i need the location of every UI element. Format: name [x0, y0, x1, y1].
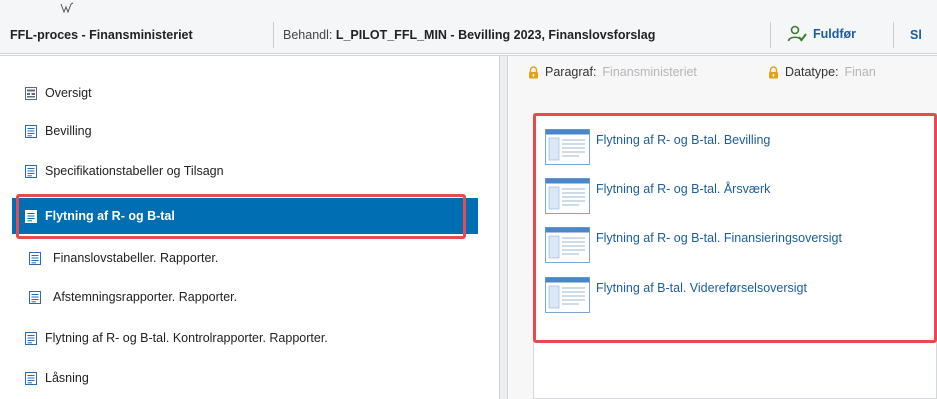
table-report-icon	[545, 129, 590, 165]
nav-item-label: Oversigt	[45, 86, 92, 100]
nav-item-afstemningsrapporter[interactable]: Afstemningsrapporter. Rapporter.	[12, 286, 478, 308]
datatype-value: Finan	[844, 65, 876, 79]
nav-item-label: Specifikationstabeller og Tilsagn	[45, 164, 224, 178]
paragraf-label: Paragraf:	[545, 65, 597, 79]
tile-label: Flytning af R- og B-tal. Finansieringsov…	[596, 231, 842, 245]
nav-item-label: Låsning	[45, 371, 89, 385]
tile-label: Flytning af B-tal. Videreførselsoversigt	[596, 281, 807, 295]
nav-item-label: Flytning af R- og B-tal. Kontrolrapporte…	[45, 331, 328, 345]
tile-viderefoerselsoversigt[interactable]: Flytning af B-tal. Videreførselsoversigt	[545, 277, 935, 315]
table-report-icon	[545, 178, 590, 214]
lock-icon	[529, 65, 538, 78]
document-icon	[29, 290, 41, 304]
user-check-icon	[787, 25, 807, 42]
fuldfor-button[interactable]: Fuldfør	[787, 22, 856, 46]
nav-item-kontrolrapporter[interactable]: Flytning af R- og B-tal. Kontrolrapporte…	[12, 327, 478, 349]
document-icon	[25, 209, 37, 223]
tile-label: Flytning af R- og B-tal. Bevilling	[596, 133, 771, 147]
datatype-label: Datatype:	[785, 65, 839, 79]
nav-item-label: Finanslovstabeller. Rapporter.	[53, 251, 219, 265]
top-header-bar: FFL-proces - Finansministeriet Behandl: …	[0, 0, 937, 54]
filter-bar: Paragraf: Finansministeriet Datatype: Fi…	[509, 56, 937, 96]
behandl-value: L_PILOT_FFL_MIN - Bevilling 2023, Finans…	[335, 28, 656, 42]
document-icon	[29, 251, 41, 265]
table-report-icon	[545, 227, 590, 263]
lock-icon	[769, 65, 778, 78]
behandl-info: Behandl: L_PILOT_FFL_MIN - Bevilling 202…	[283, 28, 655, 42]
behandl-label: Behandl:	[283, 28, 333, 42]
nav-item-finanslovstabeller[interactable]: Finanslovstabeller. Rapporter.	[12, 247, 478, 269]
overview-icon	[25, 86, 37, 100]
nav-item-specifikationstabeller[interactable]: Specifikationstabeller og Tilsagn	[12, 160, 478, 182]
tile-bevilling[interactable]: Flytning af R- og B-tal. Bevilling	[545, 129, 935, 167]
document-icon	[25, 371, 37, 385]
header-divider	[273, 22, 274, 48]
tile-aarsvaerk[interactable]: Flytning af R- og B-tal. Årsværk	[545, 178, 935, 216]
tile-label: Flytning af R- og B-tal. Årsværk	[596, 182, 771, 196]
truncated-header-button[interactable]: Sl	[910, 28, 922, 42]
header-divider	[770, 22, 771, 48]
panel-splitter[interactable]	[500, 56, 508, 399]
nav-item-bevilling[interactable]: Bevilling	[12, 120, 478, 142]
datatype-filter[interactable]: Datatype: Finan	[768, 65, 876, 79]
nav-item-label: Afstemningsrapporter. Rapporter.	[53, 290, 238, 304]
nav-item-laasning[interactable]: Låsning	[12, 367, 478, 389]
table-report-icon	[545, 277, 590, 313]
app-title: FFL-proces - Finansministeriet	[10, 28, 193, 42]
nav-item-flytning[interactable]: Flytning af R- og B-tal	[12, 198, 478, 234]
nav-item-oversigt[interactable]: Oversigt	[12, 82, 478, 104]
nav-item-label: Flytning af R- og B-tal	[45, 209, 175, 223]
tile-finansieringsoversigt[interactable]: Flytning af R- og B-tal. Finansieringsov…	[545, 227, 935, 265]
paragraf-value: Finansministeriet	[602, 65, 697, 79]
header-divider	[893, 22, 894, 48]
paragraf-filter[interactable]: Paragraf: Finansministeriet	[528, 65, 697, 79]
document-icon	[25, 331, 37, 345]
document-icon	[25, 124, 37, 138]
nav-item-label: Bevilling	[45, 124, 92, 138]
mouse-cursor-icon	[60, 2, 74, 14]
document-icon	[25, 164, 37, 178]
fuldfor-label: Fuldfør	[813, 27, 857, 41]
